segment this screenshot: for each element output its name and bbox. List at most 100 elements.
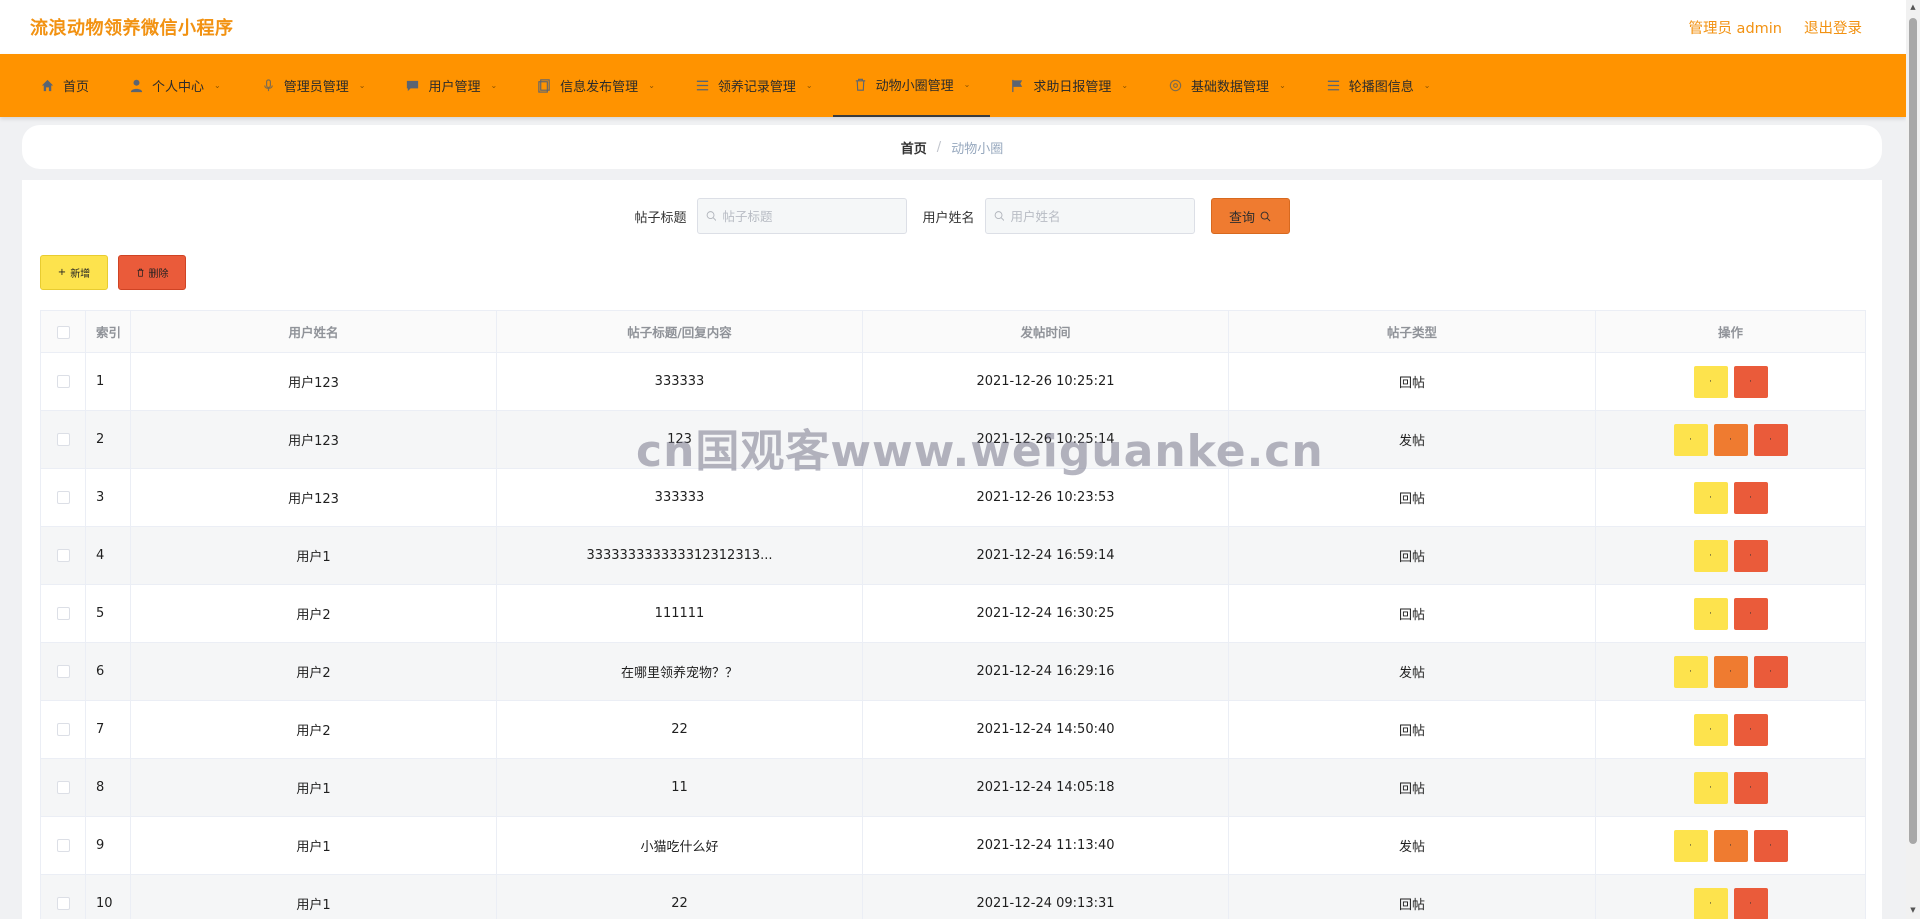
reply-button[interactable]: ·	[1713, 829, 1748, 862]
chevron-down-icon: ⌄	[214, 81, 221, 90]
posts-table: 索引 用户姓名 帖子标题/回复内容 发帖时间 帖子类型 操作 1 用户123 333…	[40, 310, 1866, 919]
view-button[interactable]: ·	[1693, 597, 1728, 630]
row-delete-button[interactable]: ·	[1733, 539, 1768, 572]
row-checkbox[interactable]	[56, 897, 70, 910]
logout-link[interactable]: 退出登录	[1804, 17, 1862, 38]
view-button[interactable]: ·	[1693, 365, 1728, 398]
chevron-down-icon: ⌄	[1279, 81, 1286, 90]
view-button[interactable]: ·	[1693, 481, 1728, 514]
nav-item-animal-circle[interactable]: 动物小圈管理 ⌄	[832, 54, 991, 117]
cell-time: 2021-12-24 16:59:14	[862, 526, 1229, 585]
scroll-down-arrow-icon[interactable]: ▼	[1908, 906, 1918, 916]
row-delete-button[interactable]: ·	[1733, 887, 1768, 919]
cell-content: 333333	[496, 352, 863, 411]
nav-item-home[interactable]: 首页	[20, 54, 109, 117]
nav-item-user-management[interactable]: 用户管理 ⌄	[385, 54, 517, 117]
row-delete-button[interactable]: ·	[1753, 655, 1788, 688]
row-checkbox[interactable]	[56, 665, 70, 678]
row-checkbox[interactable]	[56, 839, 70, 852]
chevron-down-icon: ⌄	[358, 81, 366, 90]
row-checkbox[interactable]	[56, 549, 70, 562]
reply-button[interactable]: ·	[1713, 655, 1748, 688]
view-button[interactable]: ·	[1673, 829, 1708, 862]
post-title-search	[696, 198, 907, 234]
row-delete-button[interactable]: ·	[1733, 713, 1768, 746]
row-delete-button[interactable]: ·	[1733, 481, 1768, 514]
column-header: 索引	[85, 310, 131, 353]
delete-button-label: 删除	[148, 269, 169, 280]
delete-button[interactable]: 删除	[118, 255, 186, 290]
breadcrumb-current: 动物小圈	[951, 141, 1004, 157]
home-icon	[40, 78, 55, 93]
row-delete-button[interactable]: ·	[1733, 771, 1768, 804]
cell-type: 回帖	[1228, 352, 1596, 411]
admin-account-link[interactable]: 管理员 admin	[1688, 17, 1782, 38]
chevron-down-icon: ⌄	[1423, 81, 1431, 90]
breadcrumb-separator: /	[936, 139, 942, 155]
document-icon	[537, 78, 552, 93]
cell-operations: · ·	[1595, 468, 1866, 527]
cell-user: 用户123	[130, 410, 497, 469]
scroll-thumb[interactable]	[1909, 18, 1917, 844]
select-all-checkbox[interactable]	[56, 326, 70, 339]
view-button[interactable]: ·	[1673, 655, 1708, 688]
row-checkbox[interactable]	[56, 375, 70, 388]
view-button[interactable]: ·	[1693, 887, 1728, 919]
cell-type: 发帖	[1228, 410, 1596, 469]
flag-icon	[1010, 78, 1025, 93]
chat-icon	[405, 78, 420, 93]
page-scrollbar[interactable]: ▲ ▼	[1906, 0, 1920, 919]
scroll-up-arrow-icon[interactable]: ▲	[1908, 3, 1918, 13]
cell-type: 发帖	[1228, 816, 1596, 875]
view-button[interactable]: ·	[1693, 539, 1728, 572]
nav-item-help-daily[interactable]: 求助日报管理 ⌄	[990, 54, 1148, 117]
row-checkbox[interactable]	[56, 723, 70, 736]
add-button[interactable]: + 新增	[40, 255, 108, 290]
row-delete-button[interactable]: ·	[1733, 365, 1768, 398]
cell-type: 回帖	[1228, 758, 1596, 817]
main-content: 帖子标题 用户姓名 查询 + 新增 删除	[22, 180, 1882, 919]
cell-user: 用户1	[130, 816, 497, 875]
row-checkbox[interactable]	[56, 491, 70, 504]
cell-type: 回帖	[1228, 584, 1596, 643]
row-checkbox[interactable]	[56, 781, 70, 794]
view-button[interactable]: ·	[1673, 423, 1708, 456]
row-select-cell	[40, 526, 86, 585]
plus-icon: +	[57, 267, 67, 278]
cell-time: 2021-12-26 10:25:14	[862, 410, 1229, 469]
table-row: 7 用户2 22 2021-12-24 14:50:40 回帖 · ·	[40, 700, 1866, 759]
table-row: 4 用户1 333333333333312312313... 2021-12-24 1…	[40, 526, 1866, 585]
reply-button[interactable]: ·	[1713, 423, 1748, 456]
row-checkbox[interactable]	[56, 433, 70, 446]
table-row: 10 用户1 22 2021-12-24 09:13:31 回帖 · ·	[40, 874, 1866, 919]
query-button[interactable]: 查询	[1210, 198, 1290, 234]
cell-content: 111111	[496, 584, 863, 643]
chevron-down-icon: ⌄	[648, 81, 655, 90]
user-name-input[interactable]	[1010, 208, 1186, 224]
table-row: 8 用户1 11 2021-12-24 14:05:18 回帖 · ·	[40, 758, 1866, 817]
breadcrumb: 首页 / 动物小圈	[22, 125, 1882, 169]
cell-user: 用户2	[130, 700, 497, 759]
user-icon	[129, 78, 144, 93]
trash-icon	[137, 268, 143, 277]
row-delete-button[interactable]: ·	[1753, 423, 1788, 456]
nav-item-carousel[interactable]: 轮播图信息 ⌄	[1306, 54, 1451, 117]
nav-label: 首页	[63, 80, 90, 95]
cell-time: 2021-12-24 16:30:25	[862, 584, 1229, 643]
post-title-input[interactable]	[722, 208, 898, 224]
nav-item-admin-management[interactable]: 管理员管理 ⌄	[241, 54, 386, 117]
nav-item-adoption-records[interactable]: 领养记录管理 ⌄	[675, 54, 833, 117]
table-row: 5 用户2 111111 2021-12-24 16:30:25 回帖 · ·	[40, 584, 1866, 643]
nav-item-info-publish[interactable]: 信息发布管理 ⌄	[517, 54, 675, 117]
view-button[interactable]: ·	[1693, 713, 1728, 746]
list-icon	[695, 78, 710, 93]
row-delete-button[interactable]: ·	[1753, 829, 1788, 862]
cell-operations: · ·	[1595, 758, 1866, 817]
breadcrumb-home[interactable]: 首页	[901, 138, 927, 157]
row-delete-button[interactable]: ·	[1733, 597, 1768, 630]
row-checkbox[interactable]	[56, 607, 70, 620]
cell-user: 用户1	[130, 874, 497, 919]
nav-item-base-data[interactable]: 基础数据管理 ⌄	[1148, 54, 1306, 117]
nav-item-personal-center[interactable]: 个人中心 ⌄	[109, 54, 241, 117]
view-button[interactable]: ·	[1693, 771, 1728, 804]
